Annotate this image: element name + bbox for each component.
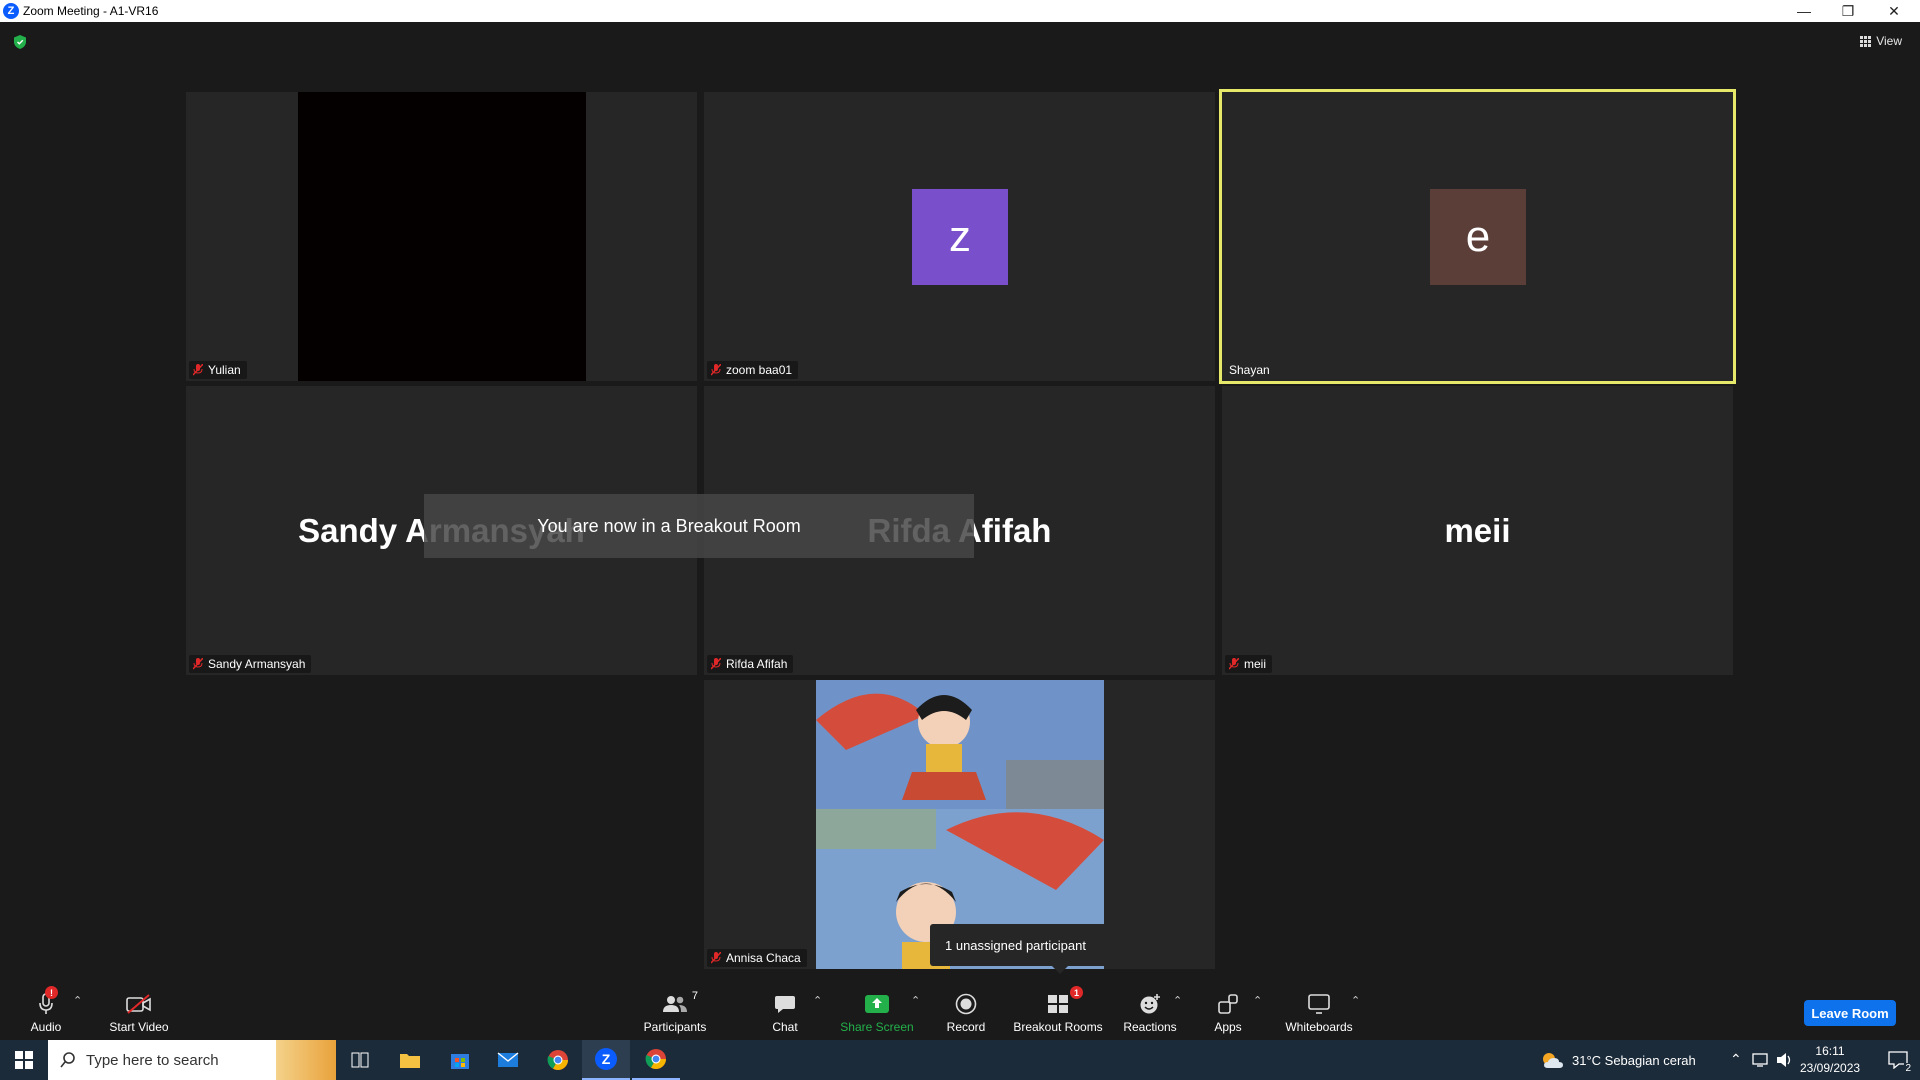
record-icon — [955, 993, 977, 1015]
weather-text: 31°C Sebagian cerah — [1572, 1052, 1696, 1068]
avatar: e — [1430, 189, 1526, 285]
reactions-options-caret-icon[interactable]: ⌃ — [1173, 994, 1182, 1007]
participant-name: Rifda Afifah — [726, 657, 788, 671]
chat-options-caret-icon[interactable]: ⌃ — [813, 994, 822, 1007]
video-feed — [298, 92, 586, 381]
start-button[interactable] — [0, 1040, 48, 1080]
video-off-icon — [126, 994, 151, 1014]
search-placeholder: Type here to search — [86, 1051, 219, 1069]
breakout-badge: 1 — [1070, 986, 1083, 999]
participant-label: Rifda Afifah — [707, 655, 794, 673]
participant-label: Shayan — [1225, 361, 1276, 379]
participant-label: Annisa Chaca — [707, 949, 807, 967]
security-shield-icon[interactable] — [14, 35, 26, 49]
mic-muted-icon — [711, 364, 721, 376]
apps-button[interactable]: Apps — [1208, 992, 1248, 1036]
chat-icon — [775, 996, 795, 1013]
whiteboards-options-caret-icon[interactable]: ⌃ — [1351, 994, 1360, 1007]
participant-label: zoom baa01 — [707, 361, 799, 379]
leave-room-button[interactable]: Leave Room — [1804, 1000, 1896, 1026]
weather-widget[interactable]: 31°C Sebagian cerah — [1540, 1040, 1696, 1080]
start-video-button[interactable]: Start Video — [104, 992, 174, 1036]
grid-view-icon — [1860, 35, 1872, 47]
display-name: meii — [1444, 511, 1511, 549]
audio-alert-badge: ! — [45, 986, 58, 999]
participant-name: Annisa Chaca — [726, 951, 801, 965]
participant-name: meii — [1244, 657, 1267, 671]
microsoft-store-icon[interactable] — [436, 1040, 484, 1080]
window-title: Zoom Meeting - A1-VR16 — [23, 4, 159, 18]
system-clock[interactable]: 16:11 23/09/2023 — [1800, 1043, 1860, 1077]
audio-button[interactable]: ! Audio — [24, 986, 68, 1036]
meeting-toolbar: ! Audio ⌃ Start Video 7 Participants Cha… — [0, 980, 1920, 1040]
task-view-icon[interactable] — [336, 1040, 384, 1080]
network-icon[interactable] — [1752, 1052, 1770, 1068]
share-screen-button[interactable]: Share Screen — [840, 992, 914, 1036]
mic-muted-icon — [1229, 658, 1239, 670]
weather-partly-cloudy-icon — [1543, 1053, 1563, 1068]
mic-muted-icon — [193, 658, 203, 670]
mic-muted-icon — [711, 658, 721, 670]
apps-options-caret-icon[interactable]: ⌃ — [1253, 994, 1262, 1007]
view-button[interactable]: View — [1860, 34, 1902, 48]
clock-time: 16:11 — [1815, 1044, 1845, 1058]
close-icon[interactable]: ✕ — [1872, 0, 1916, 22]
mic-muted-icon — [193, 364, 203, 376]
record-button[interactable]: Record — [944, 992, 988, 1036]
participants-count: 7 — [691, 990, 698, 1002]
reactions-button[interactable]: Reactions — [1122, 992, 1178, 1036]
participant-name: Shayan — [1229, 363, 1270, 377]
notifications-count: 2 — [1904, 1063, 1912, 1074]
chrome-active-icon[interactable] — [632, 1040, 680, 1080]
breakout-rooms-icon — [1048, 995, 1068, 1013]
participant-name: Yulian — [208, 363, 241, 377]
video-tile-meii[interactable]: meii meii — [1222, 386, 1733, 675]
video-tile-zoom-baa01[interactable]: z zoom baa01 — [704, 92, 1215, 381]
volume-icon[interactable] — [1776, 1052, 1794, 1068]
restore-icon[interactable]: ❐ — [1826, 0, 1870, 22]
zoom-taskbar-icon[interactable]: Z — [582, 1040, 630, 1080]
show-hidden-icons-icon[interactable]: ⌃ — [1730, 1051, 1742, 1068]
whiteboard-icon — [1308, 994, 1330, 1014]
window-titlebar: Z Zoom Meeting - A1-VR16 — ❐ ✕ — [0, 0, 1920, 22]
participant-label: Yulian — [189, 361, 247, 379]
chrome-icon[interactable] — [534, 1040, 582, 1080]
participants-icon — [663, 996, 687, 1012]
share-screen-icon — [865, 995, 889, 1013]
minimize-icon[interactable]: — — [1782, 0, 1826, 22]
clock-date: 23/09/2023 — [1800, 1061, 1861, 1075]
participant-label: meii — [1225, 655, 1273, 673]
participants-button[interactable]: 7 Participants — [640, 990, 710, 1036]
audio-options-caret-icon[interactable]: ⌃ — [73, 994, 82, 1007]
apps-icon — [1218, 994, 1238, 1014]
avatar: z — [912, 189, 1008, 285]
mic-muted-icon — [711, 952, 721, 964]
windows-logo-icon — [15, 1051, 33, 1069]
mail-icon[interactable] — [484, 1040, 532, 1080]
video-tile-shayan[interactable]: e Shayan — [1219, 89, 1736, 384]
zoom-logo-icon: Z — [3, 3, 19, 19]
file-explorer-icon[interactable] — [386, 1040, 434, 1080]
search-icon — [60, 1052, 75, 1068]
view-label: View — [1876, 34, 1902, 48]
whiteboards-button[interactable]: Whiteboards — [1280, 992, 1358, 1036]
participant-label: Sandy Armansyah — [189, 655, 312, 673]
breakout-rooms-button[interactable]: 1 Breakout Rooms — [1013, 986, 1103, 1036]
search-highlight-image — [276, 1040, 336, 1080]
participant-name: zoom baa01 — [726, 363, 793, 377]
unassigned-participant-tooltip: 1 unassigned participant — [930, 924, 1186, 974]
video-tile-yulian[interactable]: Yulian — [186, 92, 697, 381]
participant-name: Sandy Armansyah — [208, 657, 306, 671]
svg-text:Z: Z — [602, 1051, 611, 1067]
action-center-button[interactable]: 2 — [1876, 1040, 1920, 1080]
reactions-icon — [1140, 994, 1160, 1014]
share-options-caret-icon[interactable]: ⌃ — [911, 994, 920, 1007]
taskbar-search-box[interactable]: Type here to search — [48, 1040, 336, 1080]
chat-button[interactable]: Chat — [760, 992, 810, 1036]
windows-taskbar: Type here to search Z 31°C Sebagian cera… — [0, 1040, 1920, 1080]
breakout-room-notification: You are now in a Breakout Room — [424, 494, 974, 558]
